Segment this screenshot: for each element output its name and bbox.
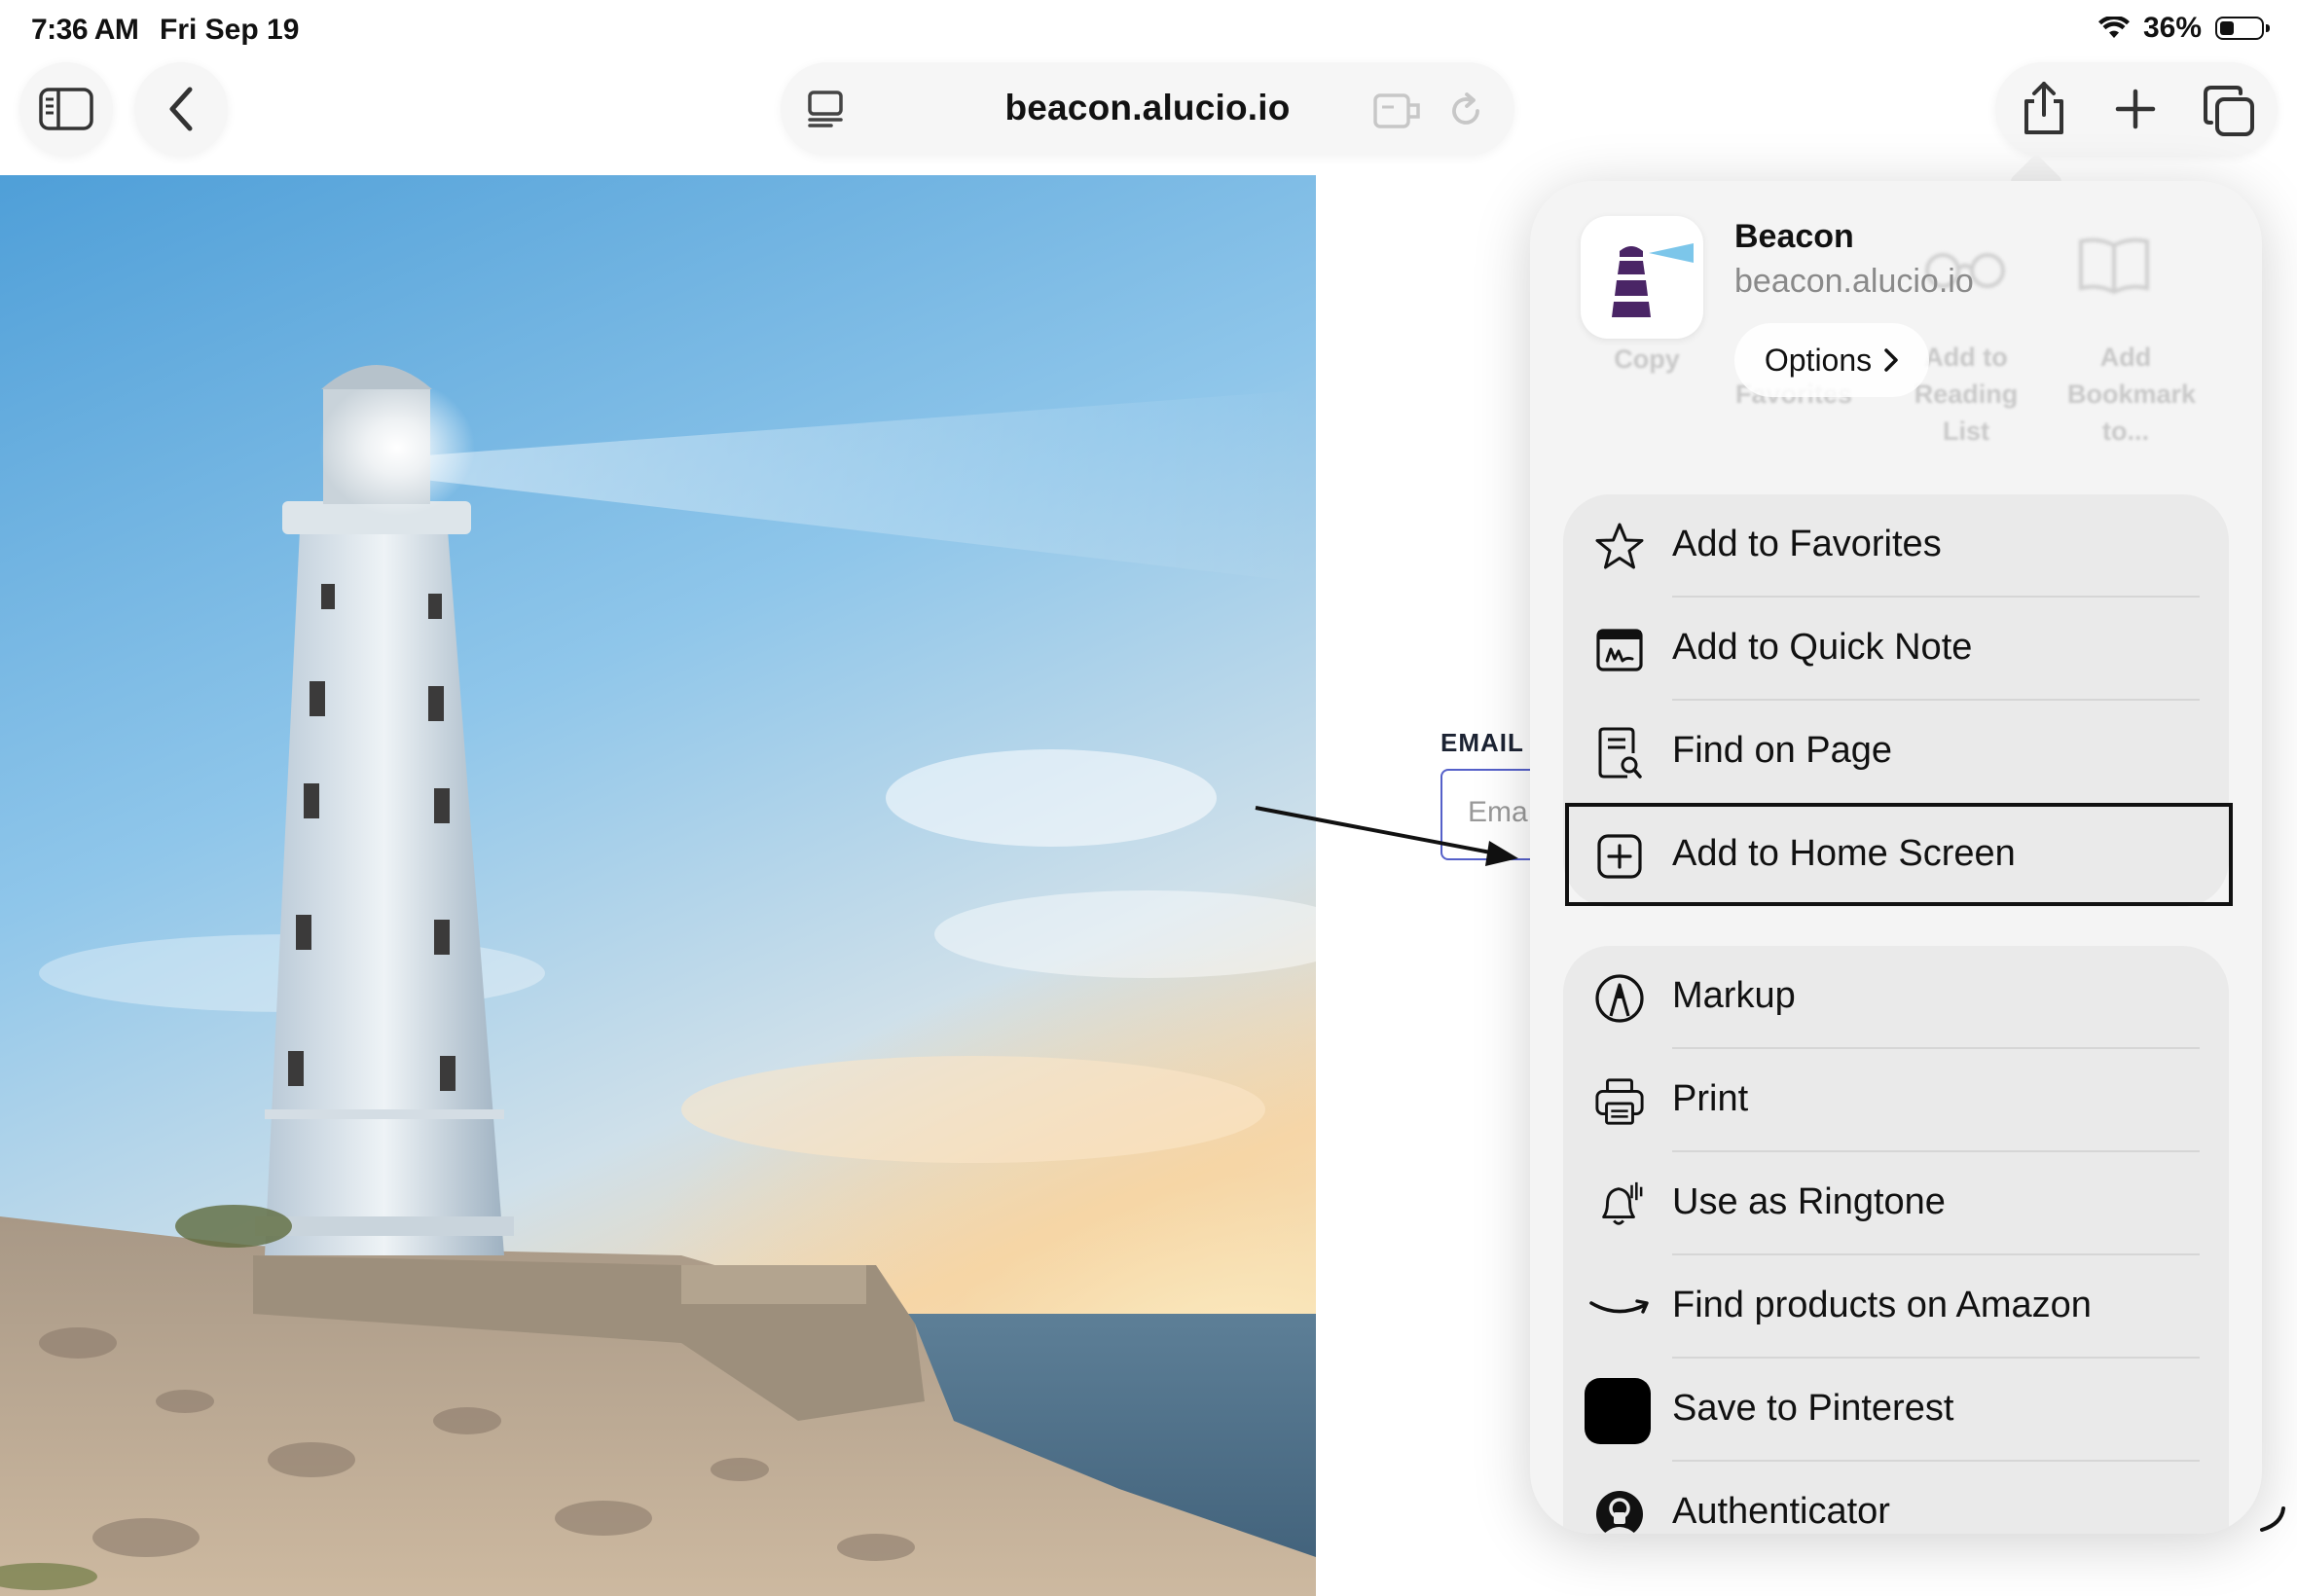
back-button[interactable] — [134, 62, 228, 156]
menu-item-print[interactable]: Print — [1563, 1049, 2229, 1152]
app-name: Beacon — [1734, 218, 1854, 255]
battery-percent: 36% — [2142, 12, 2202, 44]
address-bar[interactable]: beacon.alucio.io — [781, 62, 1514, 156]
menu-item-use-as-ringtone[interactable]: Use as Ringtone — [1563, 1152, 2229, 1255]
wifi-icon — [2097, 17, 2130, 38]
menu-item-label: Use as Ringtone — [1672, 1181, 1946, 1222]
sidebar-toggle-button[interactable] — [19, 62, 113, 156]
status-time: 7:36 AM — [31, 14, 139, 46]
star-icon — [1594, 522, 1645, 572]
right-toolbar — [1995, 62, 2278, 156]
pinterest-icon — [1585, 1378, 1651, 1444]
menu-item-markup[interactable]: Markup — [1563, 946, 2229, 1049]
amazon-icon — [1588, 1283, 1651, 1333]
menu-item-label: Find on Page — [1672, 730, 1893, 771]
menu-item-add-to-favorites[interactable]: Add to Favorites — [1563, 494, 2229, 598]
email-label: EMAIL — [1440, 728, 1524, 757]
options-button[interactable]: Options — [1734, 323, 1929, 397]
reload-icon[interactable] — [1446, 91, 1485, 130]
menu-item-find-on-page[interactable]: Find on Page — [1563, 701, 2229, 804]
status-date: Fri Sep 19 — [160, 14, 300, 46]
actions-group-secondary: Markup Print Use as Ringtone Find produc… — [1563, 946, 2229, 1534]
authenticator-icon — [1594, 1489, 1645, 1534]
share-icon[interactable] — [2019, 80, 2069, 136]
app-icon-tile — [1581, 216, 1703, 339]
printer-icon — [1594, 1076, 1645, 1127]
menu-item-save-to-pinterest[interactable]: Save to Pinterest — [1563, 1359, 2229, 1462]
menu-item-add-to-quick-note[interactable]: Add to Quick Note — [1563, 598, 2229, 701]
menu-item-label: Markup — [1672, 975, 1796, 1016]
app-url: beacon.alucio.io — [1734, 263, 1974, 300]
extension-icon[interactable] — [1372, 91, 1423, 130]
menu-item-find-products-on-amazon[interactable]: Find products on Amazon — [1563, 1255, 2229, 1359]
lighthouse-illustration — [0, 175, 1316, 1596]
markup-icon — [1594, 973, 1645, 1024]
chevron-right-icon — [1884, 348, 1898, 372]
sidebar-icon — [39, 88, 93, 130]
resize-handle-icon[interactable] — [2258, 1505, 2287, 1534]
hero-image — [0, 175, 1316, 1596]
action-copy[interactable]: Copy — [1588, 341, 1705, 378]
menu-item-label: Add to Quick Note — [1672, 627, 1973, 668]
action-add-bookmark[interactable]: Add Bookmark to... — [2067, 339, 2196, 450]
chevron-left-icon — [169, 87, 193, 131]
menu-item-label: Print — [1672, 1078, 1749, 1119]
tabs-overview-icon[interactable] — [2202, 84, 2256, 138]
find-on-page-icon — [1594, 727, 1645, 779]
options-label: Options — [1764, 342, 1873, 378]
battery-icon — [2215, 17, 2270, 40]
menu-item-label: Add to Favorites — [1672, 524, 1942, 564]
menu-item-label: Find products on Amazon — [1672, 1285, 2092, 1325]
status-indicators: 36% — [2097, 12, 2270, 45]
highlight-box — [1565, 803, 2233, 906]
quick-note-icon — [1594, 625, 1645, 675]
menu-item-authenticator[interactable]: Authenticator — [1563, 1462, 2229, 1534]
battery-fill — [2220, 21, 2234, 35]
book-icon — [2079, 237, 2149, 295]
menu-item-label: Save to Pinterest — [1672, 1388, 1954, 1429]
bell-icon — [1594, 1179, 1645, 1230]
new-tab-icon[interactable] — [2114, 88, 2157, 130]
annotation-arrow — [1255, 806, 1518, 866]
menu-item-label: Authenticator — [1672, 1491, 1890, 1532]
lighthouse-logo-icon — [1612, 243, 1694, 317]
